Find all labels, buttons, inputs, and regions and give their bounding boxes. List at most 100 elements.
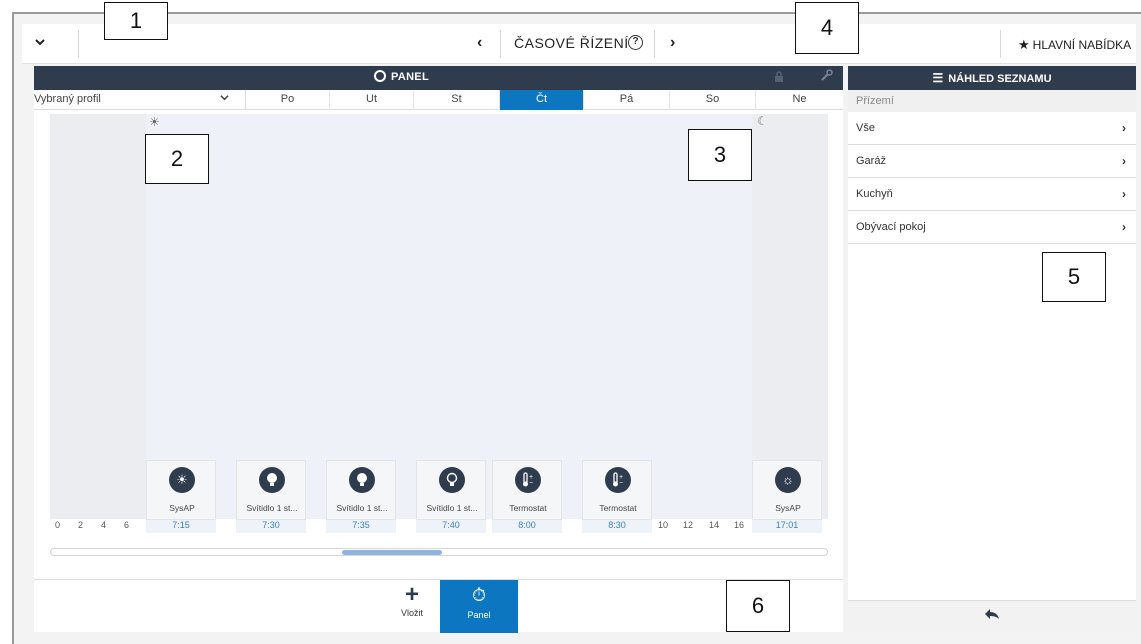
divider (500, 30, 501, 58)
timeline-scrollbar[interactable] (50, 548, 828, 556)
bulb-off-icon (439, 467, 465, 493)
callout-6: 6 (726, 580, 790, 632)
next-arrow-icon[interactable]: › (670, 34, 675, 52)
event-time: 8:30 (582, 520, 652, 533)
event-time: 7:15 (146, 520, 216, 533)
chevron-right-icon: › (1122, 121, 1126, 135)
panel-button-label: Panel (467, 610, 491, 620)
day-selector: Vybraný profil Po Ut St Čt Pá So Ne (34, 90, 843, 110)
page-title: ČASOVÉ ŘÍZENÍ (514, 35, 629, 51)
event-time: 7:40 (416, 520, 486, 533)
callout-3: 3 (688, 129, 752, 181)
previous-arrow-icon[interactable]: ‹ (477, 34, 482, 52)
panel-button[interactable]: ⏱ Panel (440, 580, 518, 633)
list-item-label: Obývací pokoj (856, 221, 926, 233)
day-tab-po[interactable]: Po (246, 90, 330, 110)
hour-tick: 2 (78, 520, 84, 530)
back-button[interactable] (848, 600, 1136, 632)
hour-tick: 6 (124, 520, 130, 530)
svg-text:−: − (619, 480, 623, 487)
list-preview-panel: ☰ NÁHLED SEZNAMU Přízemí Vše › Garáž › Kuch… (848, 66, 1136, 632)
top-bar: ‹ ČASOVÉ ŘÍZENÍ ? › ★ HLAVNÍ NABÍDKA (22, 24, 1136, 64)
thermostat-icon: + − (515, 467, 541, 493)
list-preview-header: ☰ NÁHLED SEZNAMU (848, 66, 1136, 90)
day-tab-st[interactable]: St (414, 90, 500, 110)
lock-icon[interactable] (774, 70, 784, 86)
back-arrow-icon (984, 607, 1000, 624)
event-tile[interactable]: ☼ SysAP (752, 460, 822, 520)
panel-title: PANEL (374, 70, 429, 83)
sun-outline-icon: ☼ (775, 467, 801, 493)
event-time: 8:00 (492, 520, 562, 533)
sunrise-icon: ☀ (149, 115, 160, 129)
moon-icon: ☾ (757, 114, 768, 128)
event-label: Svítidlo 1 st... (246, 503, 298, 513)
panel-title-label: PANEL (391, 71, 429, 83)
divider (78, 30, 79, 58)
event-time: 7:30 (236, 520, 306, 533)
callout-1: 1 (104, 2, 168, 40)
help-icon[interactable]: ? (628, 35, 643, 50)
list-item-label: Garáž (856, 155, 886, 167)
timer-icon (374, 70, 386, 82)
callout-4: 4 (795, 2, 859, 54)
hour-tick: 14 (709, 520, 720, 530)
main-menu-button[interactable]: ★ HLAVNÍ NABÍDKA (1018, 37, 1131, 53)
callout-2: 2 (145, 134, 209, 184)
chevron-right-icon: › (1122, 154, 1126, 168)
hour-tick: 16 (734, 520, 745, 530)
event-label: Svítidlo 1 st... (336, 503, 388, 513)
list-item-label: Vše (856, 122, 875, 134)
event-time: 7:35 (326, 520, 396, 533)
hour-tick: 10 (658, 520, 669, 530)
insert-label: Vložit (400, 608, 423, 618)
svg-text:−: − (529, 480, 533, 487)
bulb-on-icon (259, 467, 285, 493)
list-item-living-room[interactable]: Obývací pokoj › (848, 211, 1136, 244)
event-tile[interactable]: Svítidlo 1 st... (416, 460, 486, 520)
day-zone (146, 114, 752, 519)
event-label: SysAP (169, 503, 195, 513)
event-tile[interactable]: Svítidlo 1 st... (326, 460, 396, 520)
floor-group-title: Přízemí (848, 90, 1136, 112)
event-tile[interactable]: + − Termostat (492, 460, 562, 520)
day-tab-ne[interactable]: Ne (756, 90, 843, 110)
chevron-right-icon: › (1122, 220, 1126, 234)
plus-icon: + (404, 581, 419, 608)
chevron-down-icon (220, 93, 229, 105)
night-zone (50, 114, 146, 519)
bottom-toolbar: + Vložit ⏱ Panel (34, 579, 843, 633)
profile-dropdown[interactable]: Vybraný profil (34, 90, 246, 110)
list-item-label: Kuchyň (856, 188, 893, 200)
divider (654, 30, 655, 58)
timer-check-icon: ⏱ (471, 585, 487, 605)
event-tile[interactable]: + − Termostat (582, 460, 652, 520)
day-tab-ut[interactable]: Ut (330, 90, 414, 110)
callout-5: 5 (1042, 252, 1106, 302)
wrench-icon[interactable] (820, 69, 833, 85)
hour-tick: 0 (55, 520, 61, 530)
day-tab-so[interactable]: So (670, 90, 756, 110)
hour-tick: 4 (101, 520, 107, 530)
event-label: Termostat (509, 503, 547, 513)
event-label: Termostat (599, 503, 637, 513)
main-menu-label: HLAVNÍ NABÍDKA (1032, 38, 1132, 52)
event-time: 17:01 (752, 520, 822, 533)
collapse-chevron-icon[interactable] (34, 36, 50, 52)
bulb-on-icon (349, 467, 375, 493)
star-icon: ★ (1018, 37, 1030, 52)
hour-tick: 12 (683, 520, 694, 530)
day-tab-ct[interactable]: Čt (500, 90, 584, 110)
profile-label: Vybraný profil (34, 93, 101, 105)
list-item-all[interactable]: Vše › (848, 112, 1136, 145)
panel-header: PANEL (34, 66, 843, 90)
scrollbar-thumb[interactable] (342, 550, 442, 555)
day-tab-pa[interactable]: Pá (584, 90, 670, 110)
event-label: Svítidlo 1 st... (426, 503, 478, 513)
event-tile[interactable]: Svítidlo 1 st... (236, 460, 306, 520)
night-zone (752, 114, 828, 519)
event-tile[interactable]: ☀ SysAP (146, 460, 216, 520)
list-item-garage[interactable]: Garáž › (848, 145, 1136, 178)
insert-button[interactable]: + Vložit (384, 582, 440, 632)
list-item-kitchen[interactable]: Kuchyň › (848, 178, 1136, 211)
